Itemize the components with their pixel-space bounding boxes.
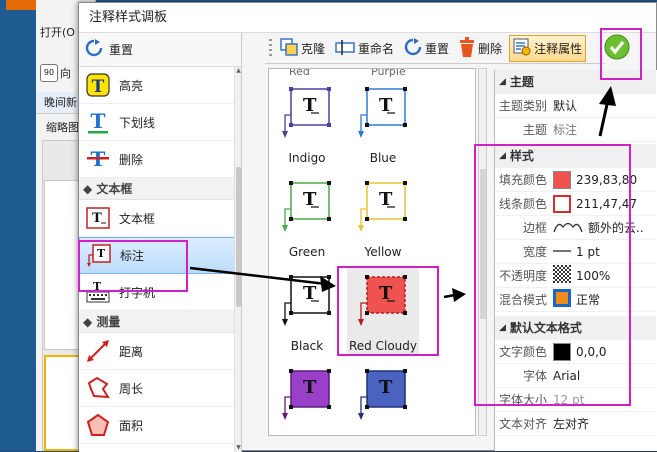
style-toolbar: 克隆 重命名 重置 删除 注释属性: [265, 34, 605, 64]
clone-icon: [280, 38, 298, 59]
list-item-textbox[interactable]: T 文本框: [79, 200, 235, 237]
delete-label: 删除: [478, 42, 503, 56]
highlight-apply-button: [600, 28, 642, 80]
list-item-highlight[interactable]: T 高亮: [79, 67, 235, 104]
list-item-distance[interactable]: 距离: [79, 333, 235, 370]
prop-value: 默认: [553, 99, 578, 113]
rename-button[interactable]: 重命名: [332, 36, 397, 61]
app-icon: [6, 0, 36, 10]
highlight-red-cloudy-tile: [337, 266, 439, 356]
list-item-perimeter[interactable]: 周长: [79, 370, 235, 407]
style-tile-blue-filled[interactable]: T: [347, 361, 419, 435]
scroll-up-icon[interactable]: ▲: [235, 67, 242, 75]
prop-theme[interactable]: 主题 标注: [495, 118, 656, 142]
delete-button[interactable]: 删除: [456, 35, 505, 62]
item-label: 周长: [119, 381, 144, 396]
underline-icon: T: [85, 109, 111, 135]
svg-text:T: T: [379, 377, 393, 398]
dialog-title: 注释样式调板: [79, 3, 656, 33]
tile-label: Yellow: [364, 245, 402, 259]
item-label: 文本框: [119, 211, 156, 226]
highlight-callout-item: [78, 240, 188, 292]
svg-text:T: T: [92, 77, 105, 97]
prop-text-align[interactable]: 文本对齐 左对齐: [495, 412, 656, 436]
style-tile-green[interactable]: T Green: [271, 173, 343, 261]
style-tile-yellow[interactable]: T Yellow: [347, 173, 419, 261]
style-tile-indigo[interactable]: T Indigo: [271, 79, 343, 167]
perimeter-icon: [85, 375, 111, 401]
style-tile-purple-filled[interactable]: T: [271, 361, 343, 435]
strikeout-icon: T: [85, 146, 111, 172]
list-item-area[interactable]: 面积: [79, 407, 235, 444]
clone-label: 克隆: [301, 42, 326, 56]
prop-key: 文本对齐: [498, 417, 547, 431]
taskbar-strip: [0, 0, 36, 451]
prop-key: 主题: [522, 123, 547, 137]
prop-value: 左对齐: [553, 417, 590, 431]
annotation-properties-label: 注释属性: [534, 42, 583, 56]
list-item-strikeout[interactable]: T 删除: [79, 141, 235, 178]
prop-theme-type[interactable]: 主题类别 默认: [495, 94, 656, 118]
properties-icon: [513, 38, 531, 59]
svg-text:T: T: [91, 109, 106, 133]
tile-label: Indigo: [288, 151, 326, 165]
svg-text:T: T: [303, 377, 317, 398]
item-label: 面积: [119, 418, 144, 433]
svg-text:T: T: [92, 211, 102, 226]
group-textbox[interactable]: ◆ 文本框: [79, 178, 235, 200]
category-label: 主题: [509, 75, 534, 89]
annotation-properties-button[interactable]: 注释属性: [509, 35, 587, 62]
scroll-thumb[interactable]: [236, 167, 241, 307]
style-tile-black[interactable]: T Black: [271, 267, 343, 355]
highlight-style-properties: [474, 144, 631, 406]
reset-button[interactable]: 重置: [109, 41, 133, 58]
prop-value: 标注: [553, 123, 578, 137]
tile-label-partial: Purple: [371, 68, 406, 78]
list-scrollbar[interactable]: ▲ ▼: [234, 67, 241, 452]
reset-style-button[interactable]: 重置: [401, 36, 452, 61]
trash-icon: [459, 37, 475, 60]
style-tile-blue[interactable]: T Blue: [347, 79, 419, 167]
rename-icon: [335, 38, 355, 59]
left-toolbar: 重置: [79, 33, 241, 67]
toolbar-grip-icon: [269, 37, 273, 60]
textbox-icon: T: [85, 205, 111, 231]
list-item-underline[interactable]: T 下划线: [79, 104, 235, 141]
reset-icon: [404, 38, 422, 59]
tile-label: Blue: [369, 151, 397, 165]
rotate-label: 向: [60, 67, 71, 80]
rotate-icon[interactable]: 90: [40, 64, 58, 82]
reset-label: 重置: [425, 42, 450, 56]
highlight-icon: T: [85, 72, 111, 98]
style-gallery: Red Purple T Indigo T Blue T Green T Yel…: [268, 68, 476, 436]
tile-label: Green: [288, 245, 326, 259]
item-label: 高亮: [119, 78, 144, 93]
clone-button[interactable]: 克隆: [277, 36, 328, 61]
area-icon: [85, 412, 111, 438]
item-label: 删除: [119, 152, 144, 167]
reset-icon[interactable]: [85, 39, 103, 60]
distance-icon: [85, 338, 111, 364]
group-measure[interactable]: ◆ 测量: [79, 311, 235, 333]
prop-key: 主题类别: [498, 99, 547, 113]
tile-label: Black: [290, 339, 324, 353]
item-label: 距离: [119, 344, 144, 359]
item-label: 下划线: [119, 115, 156, 130]
tile-label-partial: Red: [289, 68, 310, 78]
rename-label: 重命名: [358, 42, 395, 56]
